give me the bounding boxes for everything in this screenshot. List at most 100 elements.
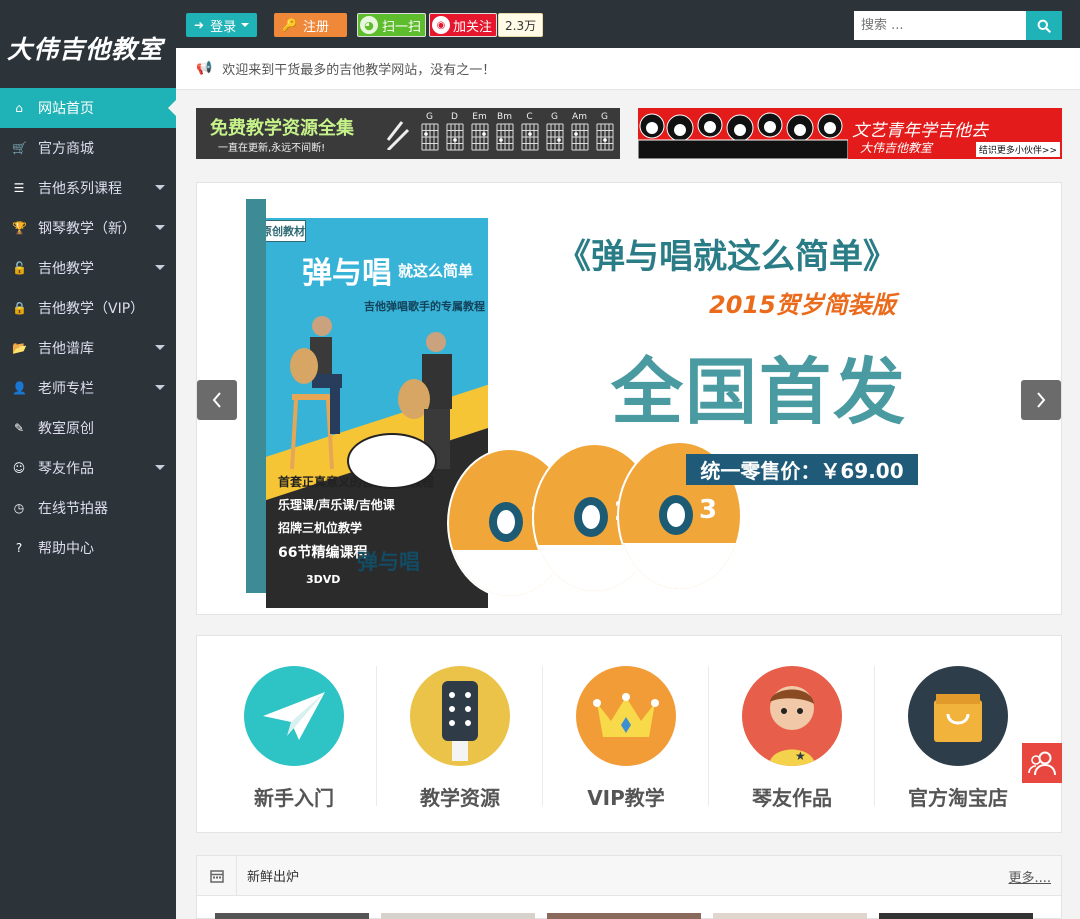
announcement-text: 欢迎来到干货最多的吉他教学网站，没有之一！ — [222, 63, 496, 78]
quick-link-label: 教学资源 — [420, 786, 500, 810]
caret-down-icon — [155, 345, 165, 350]
disc-label-band — [619, 543, 740, 589]
sign-in-icon: ➜ — [194, 18, 205, 32]
sidebar-item-8[interactable]: 👤 老师专栏 — [0, 368, 176, 408]
chord-name: C — [526, 112, 533, 122]
question-icon: ? — [15, 541, 23, 555]
quick-link-label: VIP教学 — [587, 786, 665, 810]
community-slogan-line1: 文艺青年学吉他去 — [852, 121, 988, 141]
sidebar-item-1[interactable]: ⌂ 网站首页 — [0, 88, 176, 128]
sidebar-item-11[interactable]: ◷ 在线节拍器 — [0, 488, 176, 528]
wechat-scan-button[interactable]: ◕ 扫一扫 — [357, 13, 427, 37]
chord-name: Bm — [497, 112, 512, 122]
quick-link-3[interactable]: VIP教学 — [543, 666, 709, 810]
chord-grid-icon — [596, 123, 613, 151]
register-button[interactable]: 🔑 注册 — [274, 13, 347, 37]
chord-grid-icon — [521, 123, 538, 151]
sidebar-item-6[interactable]: 🔒 吉他教学（VIP） — [0, 288, 176, 328]
sidebar-item-3[interactable]: ☰ 吉他系列课程 — [0, 168, 176, 208]
wechat-scan-label: 扫一扫 — [382, 19, 422, 35]
sidebar-item-label: 琴友作品 — [38, 461, 94, 477]
hero-carousel: 原创教材 弹与唱 就这么简单 吉他弹唱歌手的专属教程 首套正真意义的吉他弹唱教程… — [196, 182, 1062, 615]
login-button[interactable]: ➜ 登录 — [186, 13, 258, 37]
chord-diagram: C — [518, 112, 541, 155]
chord-diagrams: G D Em Bm C G Am G — [418, 112, 616, 155]
chord-name: D — [451, 112, 458, 122]
sidebar-item-5[interactable]: 🔓 吉他教学 — [0, 248, 176, 288]
fresh-thumbnail[interactable] — [879, 913, 1033, 919]
retro-figures-illustration — [638, 112, 848, 159]
unlock-icon: 🔓 — [12, 261, 27, 275]
fresh-title: 新鲜出炉 — [247, 870, 300, 885]
weibo-follow-button[interactable]: ◉ 加关注 — [429, 13, 498, 37]
book-title-small: 就这么简单 — [398, 262, 474, 280]
chord-name: Am — [572, 112, 587, 122]
search-button[interactable] — [1026, 11, 1062, 40]
bullhorn-icon: 📢 — [196, 61, 213, 76]
sidebar-item-label: 官方商城 — [38, 141, 94, 157]
chord-grid-icon — [546, 123, 563, 151]
trophy-icon: 🏆 — [12, 221, 27, 235]
caret-down-icon — [155, 225, 165, 230]
fresh-thumbnails — [197, 896, 1061, 919]
community-float-button[interactable] — [1022, 743, 1062, 783]
quick-link-label: 官方淘宝店 — [908, 786, 1008, 810]
chord-grid-icon — [446, 123, 463, 151]
shopping-bag-icon — [908, 666, 1008, 766]
fresh-thumbnail[interactable] — [215, 913, 369, 919]
quick-link-divider — [376, 666, 377, 806]
community-slogan-line2: 大伟吉他教室 — [860, 141, 933, 155]
chord-grid-icon — [571, 123, 588, 151]
fresh-thumbnail[interactable] — [713, 913, 867, 919]
fresh-thumbnail[interactable] — [381, 913, 535, 919]
community-tag[interactable]: 结识更多小伙伴>> — [975, 142, 1060, 157]
book-spine — [246, 199, 266, 593]
register-label: 注册 — [302, 19, 329, 35]
sidebar-item-12[interactable]: ? 帮助中心 — [0, 528, 176, 568]
dvd-label: 3DVD — [306, 573, 341, 586]
carousel-next-button[interactable] — [1021, 380, 1061, 420]
caret-down-icon — [155, 385, 165, 390]
calendar-icon — [197, 855, 237, 896]
sidebar-item-2[interactable]: 🛒 官方商城 — [0, 128, 176, 168]
svg-text:★: ★ — [795, 749, 806, 763]
weibo-follow-label: 加关注 — [453, 19, 493, 35]
quick-link-divider — [708, 666, 709, 806]
sidebar-item-7[interactable]: 📂 吉他谱库 — [0, 328, 176, 368]
chevron-right-icon — [1037, 392, 1046, 408]
sidebar-item-label: 吉他谱库 — [38, 341, 94, 357]
quick-link-2[interactable]: 教学资源 — [377, 666, 543, 810]
disc-ring — [659, 495, 693, 535]
wechat-icon: ◕ — [360, 16, 378, 34]
sidebar-item-4[interactable]: 🏆 钢琴教学（新） — [0, 208, 176, 248]
crown-icon — [576, 666, 676, 766]
sidebar-item-10[interactable]: ☺ 琴友作品 — [0, 448, 176, 488]
free-resources-banner[interactable]: 免费教学资源全集 一直在更新,永远不间断! G D Em Bm C G Am G — [196, 108, 620, 159]
sidebar-item-9[interactable]: ✎ 教室原创 — [0, 408, 176, 448]
follower-count-badge: 2.3万 — [498, 13, 544, 37]
fresh-more-link[interactable]: 更多.... — [1008, 867, 1051, 886]
carousel-prev-button[interactable] — [197, 380, 237, 420]
folder-open-icon: 📂 — [12, 341, 27, 355]
carousel-edition: 2015贺岁简装版 — [709, 291, 896, 319]
thought-bubble — [347, 433, 437, 489]
chord-grid-icon — [471, 123, 488, 151]
sidebar-item-label: 网站首页 — [38, 101, 94, 117]
chord-diagram: G — [418, 112, 441, 155]
users-icon — [1028, 751, 1056, 776]
disc-ring — [574, 497, 608, 537]
chord-diagram: D — [443, 112, 466, 155]
edit-icon: ✎ — [13, 421, 25, 435]
chord-name: G — [601, 112, 608, 122]
community-banner[interactable]: 文艺青年学吉他去 大伟吉他教室 结识更多小伙伴>> — [638, 108, 1062, 159]
announcement-bar: 📢 欢迎来到干货最多的吉他教学网站，没有之一！ — [176, 48, 1080, 90]
sidebar-item-label: 吉他教学（VIP） — [38, 301, 145, 317]
chevron-left-icon — [212, 392, 221, 408]
site-logo[interactable]: 大伟吉他教室 — [0, 0, 176, 88]
quick-link-1[interactable]: 新手入门 — [211, 666, 377, 810]
quick-link-4[interactable]: ★ 琴友作品 — [709, 666, 875, 810]
carousel-headline: 全国首发 — [611, 350, 908, 434]
fresh-thumbnail[interactable] — [547, 913, 701, 919]
quick-link-5[interactable]: 官方淘宝店 — [875, 666, 1041, 810]
search-input[interactable] — [854, 11, 1026, 40]
